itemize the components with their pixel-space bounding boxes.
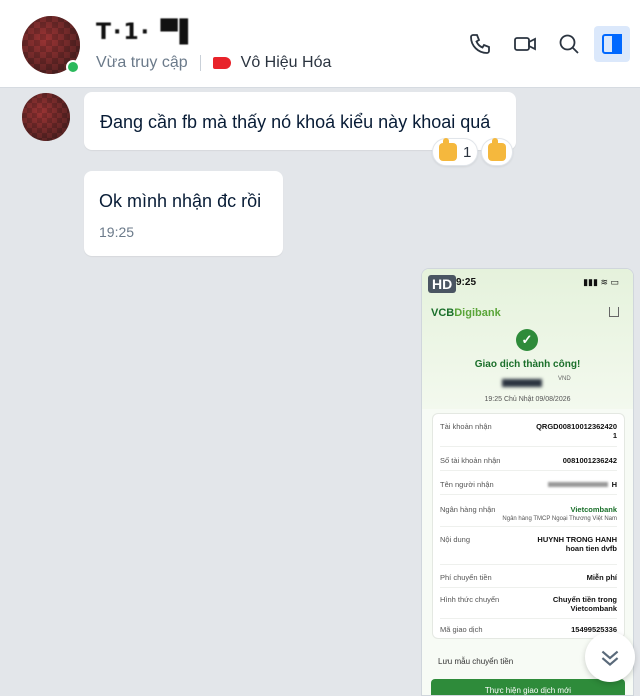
sidebar-toggle-button[interactable]: [594, 26, 630, 62]
message-time: 19:25: [99, 224, 135, 240]
detail-label: Tên người nhận: [440, 480, 494, 489]
detail-label: Hình thức chuyển: [440, 595, 500, 604]
success-text: Giao dịch thành công!: [474, 359, 581, 370]
save-template-label: Lưu mẫu chuyển tiền: [438, 657, 514, 666]
contact-name[interactable]: T·1· ▀▌: [96, 20, 199, 45]
detail-subvalue: Ngân hàng TMCP Ngoại Thương Việt Nam: [502, 516, 617, 522]
sidebar-toggle-icon: [602, 34, 622, 54]
last-active-status: Vừa truy cập: [96, 54, 188, 71]
vcb-logo-b: Digibank: [454, 307, 501, 319]
message-text: Ok mình nhận đc rồi: [99, 191, 262, 211]
divider: [440, 494, 617, 495]
detail-label: Số tài khoản nhận: [440, 456, 501, 465]
home-icon: [609, 307, 619, 317]
divider: [440, 470, 617, 471]
detail-value: 0081001236242: [562, 456, 617, 465]
detail-row: Mã giao dịch 15499525336: [440, 625, 617, 634]
vcb-logo-a: VCB: [431, 307, 455, 319]
message-text: Đang cần fb mà thấy nó khoá kiểu này kho…: [100, 112, 491, 132]
detail-value: Miễn phí: [586, 573, 617, 582]
detail-value-wrap: H: [547, 480, 617, 489]
message-bubble[interactable]: Ok mình nhận đc rồi 19:25: [84, 171, 283, 256]
detail-row: Tên người nhận H: [440, 480, 617, 489]
video-call-icon: [514, 37, 536, 51]
detail-row: Nội dung HUYNH TRONG HANH hoan tien dvfb: [440, 535, 617, 553]
detail-row: Ngân hàng TMCP Ngoại Thương Việt Nam: [440, 516, 617, 522]
detail-value: Chuyển tiền trong Vietcombank: [552, 595, 617, 613]
detail-label: Ngân hàng nhận: [440, 505, 496, 514]
divider: [440, 446, 617, 447]
detail-row: Hình thức chuyển Chuyển tiền trong Vietco…: [440, 595, 617, 613]
thumbs-up-icon: [439, 138, 457, 161]
sender-avatar[interactable]: [22, 93, 70, 141]
amount-redacted: [502, 379, 542, 387]
voice-call-button[interactable]: [462, 26, 498, 62]
video-call-button[interactable]: [507, 26, 543, 62]
phone-clock: 9:25: [456, 277, 477, 288]
transaction-datetime: 19:25 Chủ Nhật 09/08/2026: [484, 396, 571, 403]
chat-header: T·1· ▀▌ Vừa truy cập Vô Hiệu Hóa: [0, 0, 640, 88]
detail-row: Phí chuyển tiền Miễn phí: [440, 573, 617, 582]
currency-label: VND: [558, 376, 571, 382]
search-icon: [559, 34, 579, 54]
vcb-logo: VCBDigibank: [431, 307, 501, 319]
phone-icon: [470, 34, 490, 54]
tag-icon[interactable]: [212, 57, 231, 69]
detail-value: QRGD00810012362420 1: [536, 422, 617, 440]
divider: [440, 564, 617, 565]
reaction-count: 1: [463, 143, 472, 161]
detail-label: Phí chuyển tiền: [440, 573, 492, 582]
detail-row: Tài khoản nhận QRGD00810012362420 1: [440, 422, 617, 440]
reaction-badge[interactable]: 1: [432, 138, 479, 166]
detail-label: Mã giao dịch: [440, 625, 483, 634]
detail-row: Số tài khoản nhận 0081001236242: [440, 456, 617, 465]
divider: [440, 587, 617, 588]
divider: [440, 618, 617, 619]
detail-row: Ngân hàng nhận Vietcombank: [440, 505, 617, 514]
detail-value: HUYNH TRONG HANH hoan tien dvfb: [537, 535, 617, 553]
scroll-to-bottom-button[interactable]: [585, 632, 635, 682]
transaction-details: Tài khoản nhận QRGD00810012362420 1 Số tà…: [432, 413, 625, 639]
success-check-icon: ✓: [516, 329, 538, 351]
image-message[interactable]: HD 9:25 ▮▮▮ ≋ ▭ VCBDigibank ✓ Giao dịch …: [421, 268, 634, 696]
double-chevron-down-icon: [601, 650, 619, 667]
contact-status-row: Vừa truy cập Vô Hiệu Hóa: [96, 54, 331, 72]
recipient-name-redacted: [547, 482, 608, 487]
detail-value: H: [611, 480, 617, 489]
signal-wifi-battery-icon: ▮▮▮ ≋ ▭: [583, 277, 619, 287]
online-status-dot: [66, 60, 80, 74]
tag-label[interactable]: Vô Hiệu Hóa: [241, 54, 332, 72]
new-transaction-button: Thực hiện giao dịch mới: [431, 679, 625, 695]
add-reaction-button[interactable]: [481, 138, 513, 166]
search-button[interactable]: [551, 26, 587, 62]
detail-value: Vietcombank: [570, 505, 617, 514]
detail-label: Tài khoản nhận: [440, 422, 492, 431]
thumbs-up-icon: [488, 138, 506, 161]
hd-badge: HD: [428, 275, 457, 293]
status-divider: [199, 55, 201, 71]
divider: [440, 526, 617, 527]
detail-label: Nội dung: [440, 535, 471, 544]
receipt-header: HD 9:25 ▮▮▮ ≋ ▭ VCBDigibank ✓ Giao dịch …: [422, 269, 633, 409]
